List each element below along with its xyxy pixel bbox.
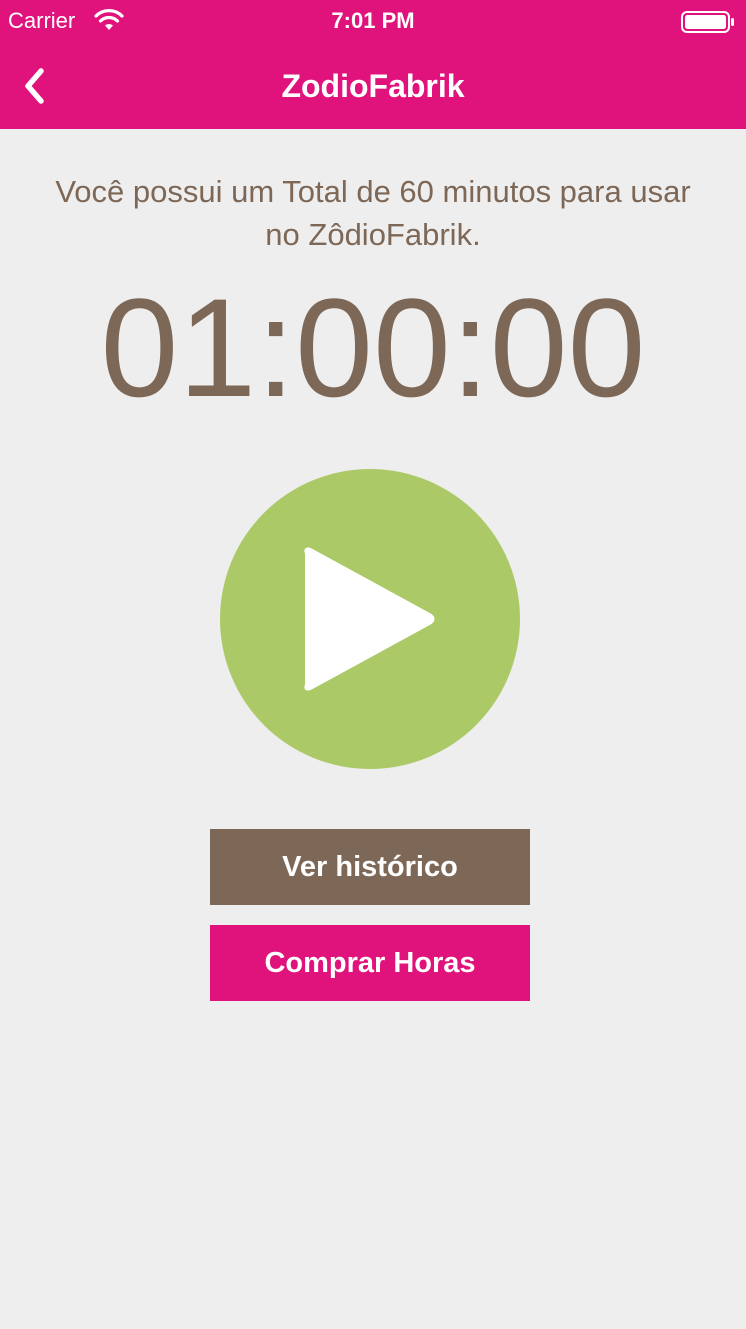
view-history-button[interactable]: Ver histórico <box>210 829 530 905</box>
minutes-info-text: Você possui um Total de 60 minutos para … <box>55 174 691 252</box>
countdown-timer: 01:00:00 <box>100 269 646 426</box>
navigation-bar: ZodioFabrik <box>0 42 746 129</box>
status-time: 7:01 PM <box>331 8 415 33</box>
battery-icon <box>681 11 734 33</box>
status-bar: Carrier 7:01 PM <box>0 0 746 42</box>
buy-hours-button[interactable]: Comprar Horas <box>210 925 530 1001</box>
play-icon <box>304 547 435 691</box>
nav-title: ZodioFabrik <box>281 68 465 104</box>
play-button[interactable] <box>220 469 520 769</box>
